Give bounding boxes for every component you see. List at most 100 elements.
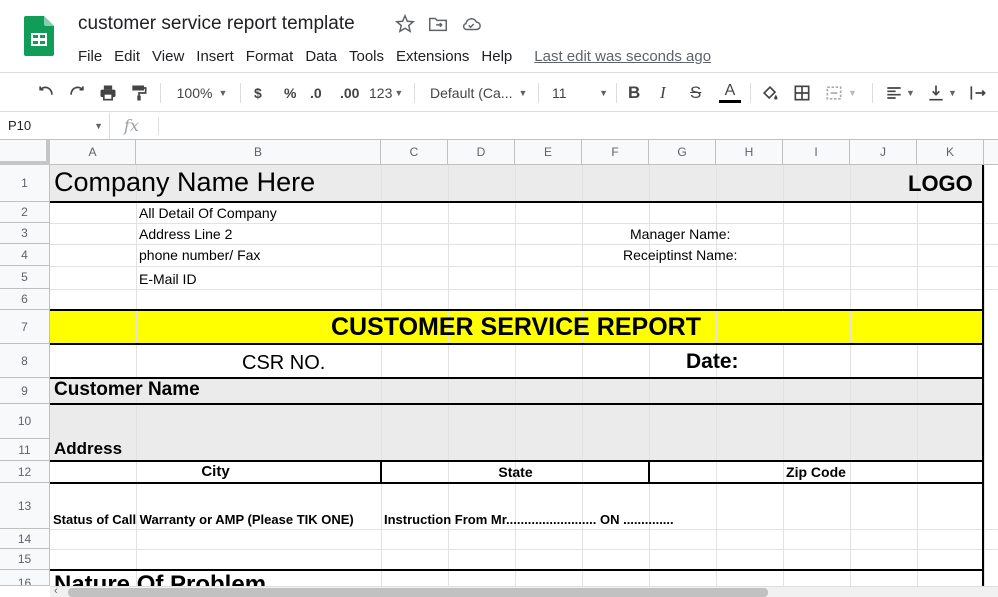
menu-file[interactable]: File	[72, 46, 108, 67]
city-cell[interactable]: City	[50, 463, 381, 480]
column-header-d[interactable]: D	[448, 140, 515, 165]
row-header[interactable]: 2	[0, 202, 50, 223]
title-bar: customer service report template File Ed…	[0, 0, 998, 72]
menu-insert[interactable]: Insert	[190, 46, 240, 67]
column-header-a[interactable]: A	[50, 140, 136, 165]
paint-format-button[interactable]	[129, 82, 149, 104]
menu-data[interactable]: Data	[299, 46, 343, 67]
column-header-k[interactable]: K	[917, 140, 984, 165]
fill-color-button[interactable]	[760, 82, 780, 104]
row-header[interactable]: 15	[0, 549, 50, 570]
address-line-cell[interactable]: Address Line 2	[139, 226, 232, 242]
column-header-f[interactable]: F	[582, 140, 649, 165]
gridline	[381, 165, 382, 586]
receptionist-name-cell[interactable]: Receiptinst Name:	[623, 247, 737, 263]
star-icon[interactable]	[394, 13, 416, 35]
decrease-decimal-button[interactable]: .0	[310, 82, 322, 104]
scrollbar-thumb[interactable]	[68, 588, 768, 597]
chevron-down-icon: ▼	[518, 88, 528, 98]
redo-button[interactable]	[67, 82, 87, 104]
move-folder-icon[interactable]	[427, 13, 449, 35]
border	[50, 201, 984, 203]
print-button[interactable]	[98, 82, 118, 104]
menu-format[interactable]: Format	[240, 46, 300, 67]
border	[50, 460, 984, 462]
phone-fax-cell[interactable]: phone number/ Fax	[139, 247, 260, 263]
select-all-corner[interactable]	[0, 140, 50, 165]
row-header[interactable]: 3	[0, 223, 50, 244]
row-header[interactable]: 13	[0, 483, 50, 529]
state-cell[interactable]: State	[382, 464, 649, 480]
row-header[interactable]: 5	[0, 266, 50, 289]
report-title-cell[interactable]: CUSTOMER SERVICE REPORT	[50, 311, 982, 343]
column-header-c[interactable]: C	[381, 140, 448, 165]
menu-bar: File Edit View Insert Format Data Tools …	[72, 44, 711, 68]
company-name-cell[interactable]: Company Name Here	[54, 167, 315, 198]
borders-button[interactable]	[792, 82, 812, 104]
row-header[interactable]: 11	[0, 439, 50, 461]
menu-edit[interactable]: Edit	[108, 46, 146, 67]
cell-grid[interactable]: Company Name Here LOGO All Detail Of Com…	[50, 165, 998, 586]
column-header-i[interactable]: I	[783, 140, 850, 165]
menu-extensions[interactable]: Extensions	[390, 46, 475, 67]
menu-view[interactable]: View	[146, 46, 190, 67]
company-detail-cell[interactable]: All Detail Of Company	[139, 205, 277, 221]
column-header-j[interactable]: J	[850, 140, 917, 165]
cloud-saved-icon[interactable]	[460, 13, 482, 35]
vertical-align-button[interactable]: ▼	[926, 82, 957, 104]
separator	[160, 83, 161, 103]
customer-name-cell[interactable]: Customer Name	[54, 379, 200, 401]
document-title[interactable]: customer service report template	[78, 13, 355, 35]
more-formats-button[interactable]: 123 ▼	[369, 82, 403, 104]
function-icon: fx	[124, 116, 139, 135]
row-header[interactable]: 6	[0, 289, 50, 310]
text-wrapping-button[interactable]	[968, 82, 988, 104]
text-color-button[interactable]: A	[719, 79, 741, 105]
strikethrough-button[interactable]: S	[690, 82, 701, 104]
row-header[interactable]: 8	[0, 344, 50, 378]
last-edit-link[interactable]: Last edit was seconds ago	[534, 48, 711, 65]
column-header-e[interactable]: E	[515, 140, 582, 165]
row-header[interactable]: 1	[0, 165, 50, 202]
currency-format-button[interactable]: $	[254, 82, 262, 104]
column-header-h[interactable]: H	[716, 140, 783, 165]
scroll-left-icon[interactable]: ‹	[54, 585, 58, 597]
merge-cells-button[interactable]: ▼	[824, 82, 857, 104]
horizontal-align-button[interactable]: ▼	[884, 82, 915, 104]
font-size-select[interactable]: 11 ▼	[552, 82, 608, 104]
date-cell[interactable]: Date:	[686, 350, 739, 374]
nature-of-problem-cell[interactable]: Nature Of Problem	[54, 571, 266, 586]
bold-button[interactable]: B	[628, 82, 640, 104]
sheets-logo-icon[interactable]	[24, 16, 54, 56]
row-header[interactable]: 10	[0, 404, 50, 439]
zoom-select[interactable]: 100% ▼	[172, 82, 232, 104]
gridline	[50, 549, 998, 550]
undo-button[interactable]	[36, 82, 56, 104]
italic-button[interactable]: I	[660, 82, 666, 104]
font-family-select[interactable]: Default (Ca... ▼	[430, 82, 528, 104]
row-header[interactable]: 16	[0, 570, 50, 586]
column-header-b[interactable]: B	[136, 140, 381, 165]
instruction-from-cell[interactable]: Instruction From Mr.....................…	[384, 512, 674, 527]
border	[50, 403, 984, 405]
row-header[interactable]: 7	[0, 310, 50, 344]
name-box[interactable]: P10 ▼	[0, 113, 110, 139]
menu-help[interactable]: Help	[475, 46, 518, 67]
row-header[interactable]: 14	[0, 529, 50, 549]
address-cell[interactable]: Address	[54, 439, 122, 459]
csr-number-cell[interactable]: CSR NO.	[242, 352, 325, 375]
zip-code-cell[interactable]: Zip Code	[650, 464, 982, 480]
horizontal-scrollbar[interactable]: ‹	[50, 585, 998, 597]
logo-cell[interactable]: LOGO	[908, 171, 973, 197]
percent-format-button[interactable]: %	[284, 82, 296, 104]
menu-tools[interactable]: Tools	[343, 46, 390, 67]
row-header[interactable]: 4	[0, 244, 50, 266]
increase-decimal-button[interactable]: .00	[340, 82, 359, 104]
column-header-g[interactable]: G	[649, 140, 716, 165]
formula-input[interactable]	[170, 113, 990, 139]
email-cell[interactable]: E-Mail ID	[139, 271, 197, 287]
row-header[interactable]: 12	[0, 461, 50, 483]
status-of-call-cell[interactable]: Status of Call Warranty or AMP (Please T…	[53, 512, 354, 527]
row-header[interactable]: 9	[0, 378, 50, 404]
manager-name-cell[interactable]: Manager Name:	[630, 226, 730, 242]
